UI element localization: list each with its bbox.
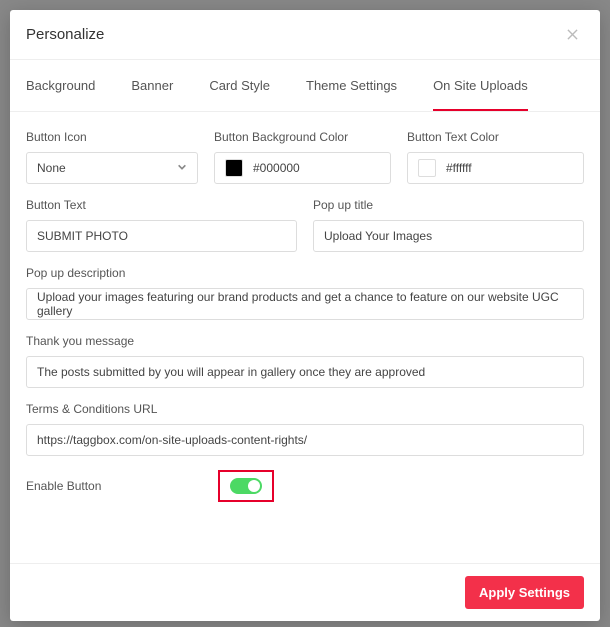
input-popup-description[interactable]: Upload your images featuring our brand p… xyxy=(26,288,584,320)
value-popup-title: Upload Your Images xyxy=(324,229,432,243)
tab-banner[interactable]: Banner xyxy=(131,60,173,111)
label-enable-button: Enable Button xyxy=(26,479,218,493)
label-button-text-color: Button Text Color xyxy=(407,130,584,144)
tab-card-style[interactable]: Card Style xyxy=(209,60,270,111)
tab-on-site-uploads[interactable]: On Site Uploads xyxy=(433,60,528,111)
close-icon xyxy=(567,29,578,40)
apply-settings-button[interactable]: Apply Settings xyxy=(465,576,584,609)
swatch-button-bg-color xyxy=(225,159,243,177)
modal-footer: Apply Settings xyxy=(10,563,600,621)
modal-title: Personalize xyxy=(26,26,104,43)
value-button-bg-color: #000000 xyxy=(253,161,300,175)
tabs: Background Banner Card Style Theme Setti… xyxy=(10,60,600,112)
label-popup-title: Pop up title xyxy=(313,198,584,212)
label-thank-you: Thank you message xyxy=(26,334,584,348)
field-button-bg-color: Button Background Color #000000 xyxy=(214,130,391,184)
chevron-down-icon xyxy=(177,161,187,175)
label-terms-url: Terms & Conditions URL xyxy=(26,402,584,416)
input-thank-you[interactable]: The posts submitted by you will appear i… xyxy=(26,356,584,388)
value-button-text-color: #ffffff xyxy=(446,161,472,175)
tab-content: Button Icon None Button Background Color… xyxy=(10,112,600,563)
label-button-bg-color: Button Background Color xyxy=(214,130,391,144)
value-popup-description: Upload your images featuring our brand p… xyxy=(37,290,573,318)
select-button-icon[interactable]: None xyxy=(26,152,198,184)
value-terms-url: https://taggbox.com/on-site-uploads-cont… xyxy=(37,433,307,447)
field-button-text: Button Text SUBMIT PHOTO xyxy=(26,198,297,252)
swatch-button-text-color xyxy=(418,159,436,177)
label-button-icon: Button Icon xyxy=(26,130,198,144)
close-button[interactable] xyxy=(564,27,580,43)
input-button-bg-color[interactable]: #000000 xyxy=(214,152,391,184)
tab-theme-settings[interactable]: Theme Settings xyxy=(306,60,397,111)
value-button-text: SUBMIT PHOTO xyxy=(37,229,128,243)
field-enable-button: Enable Button xyxy=(26,470,584,502)
tab-background[interactable]: Background xyxy=(26,60,95,111)
input-popup-title[interactable]: Upload Your Images xyxy=(313,220,584,252)
field-thank-you: Thank you message The posts submitted by… xyxy=(26,334,584,388)
toggle-enable-button[interactable] xyxy=(230,478,262,494)
field-popup-title: Pop up title Upload Your Images xyxy=(313,198,584,252)
field-button-text-color: Button Text Color #ffffff xyxy=(407,130,584,184)
label-button-text: Button Text xyxy=(26,198,297,212)
select-button-icon-value: None xyxy=(37,161,66,175)
input-terms-url[interactable]: https://taggbox.com/on-site-uploads-cont… xyxy=(26,424,584,456)
personalize-modal: Personalize Background Banner Card Style… xyxy=(10,10,600,621)
input-button-text-color[interactable]: #ffffff xyxy=(407,152,584,184)
field-button-icon: Button Icon None xyxy=(26,130,198,184)
input-button-text[interactable]: SUBMIT PHOTO xyxy=(26,220,297,252)
field-popup-description: Pop up description Upload your images fe… xyxy=(26,266,584,320)
modal-header: Personalize xyxy=(10,10,600,60)
field-terms-url: Terms & Conditions URL https://taggbox.c… xyxy=(26,402,584,456)
value-thank-you: The posts submitted by you will appear i… xyxy=(37,365,425,379)
highlight-enable-button xyxy=(218,470,274,502)
label-popup-description: Pop up description xyxy=(26,266,584,280)
